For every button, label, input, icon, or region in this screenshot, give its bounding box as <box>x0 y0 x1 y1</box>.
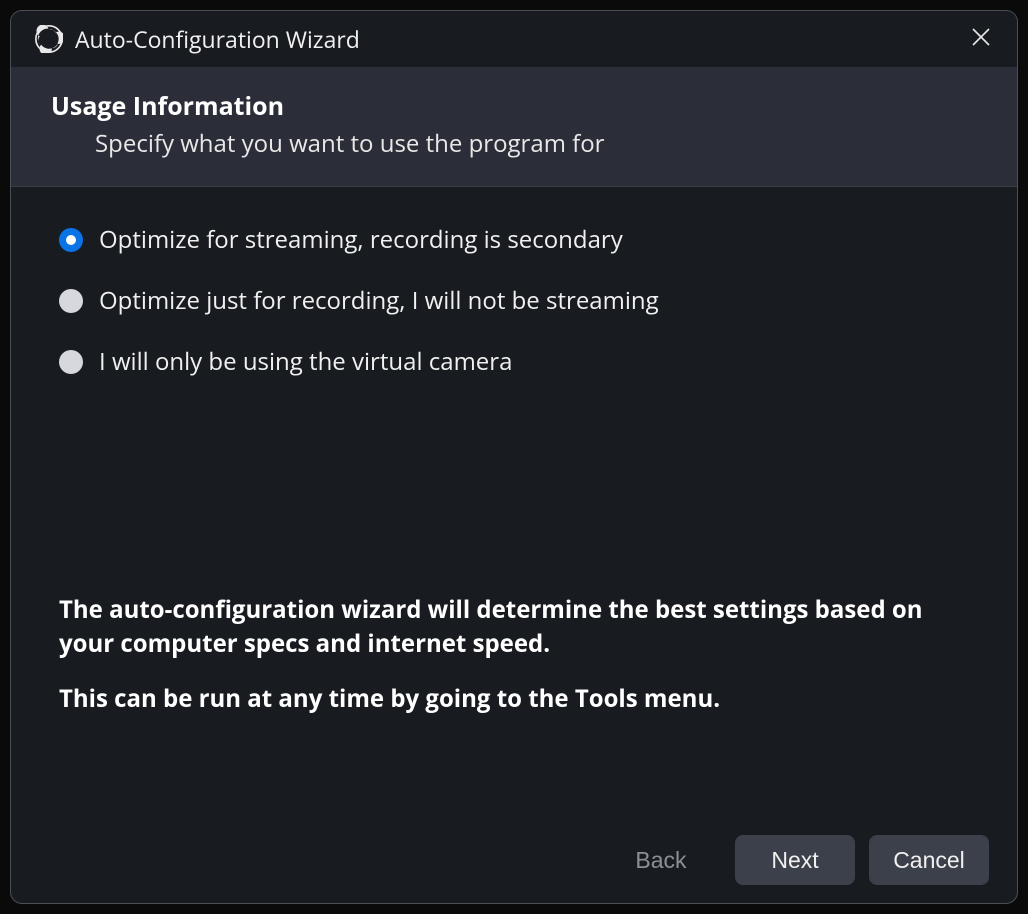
wizard-step-title: Usage Information <box>51 89 977 123</box>
titlebar: Auto-Configuration Wizard <box>11 11 1017 67</box>
wizard-header-panel: Usage Information Specify what you want … <box>11 67 1017 186</box>
radio-icon <box>59 228 83 252</box>
info-text-2: This can be run at any time by going to … <box>59 682 969 717</box>
option-streaming[interactable]: Optimize for streaming, recording is sec… <box>59 223 969 256</box>
wizard-footer: Back Next Cancel <box>11 817 1017 903</box>
option-virtual-camera[interactable]: I will only be using the virtual camera <box>59 345 969 378</box>
usage-radio-group: Optimize for streaming, recording is sec… <box>59 223 969 378</box>
radio-icon <box>59 350 83 374</box>
radio-icon <box>59 289 83 313</box>
radio-label: Optimize for streaming, recording is sec… <box>99 223 623 256</box>
window-title: Auto-Configuration Wizard <box>75 23 963 55</box>
wizard-step-subtitle: Specify what you want to use the program… <box>95 127 977 160</box>
info-text-1: The auto-configuration wizard will deter… <box>59 593 969 663</box>
wizard-content: Optimize for streaming, recording is sec… <box>11 187 1017 817</box>
obs-app-icon <box>35 25 63 53</box>
next-button[interactable]: Next <box>735 835 855 885</box>
cancel-button[interactable]: Cancel <box>869 835 989 885</box>
radio-label: Optimize just for recording, I will not … <box>99 284 659 317</box>
back-button[interactable]: Back <box>601 835 721 885</box>
radio-label: I will only be using the virtual camera <box>99 345 512 378</box>
wizard-info-block: The auto-configuration wizard will deter… <box>59 573 969 797</box>
close-button[interactable] <box>963 21 999 57</box>
close-icon <box>972 28 990 51</box>
option-recording[interactable]: Optimize just for recording, I will not … <box>59 284 969 317</box>
auto-config-wizard-window: Auto-Configuration Wizard Usage Informat… <box>10 10 1018 904</box>
